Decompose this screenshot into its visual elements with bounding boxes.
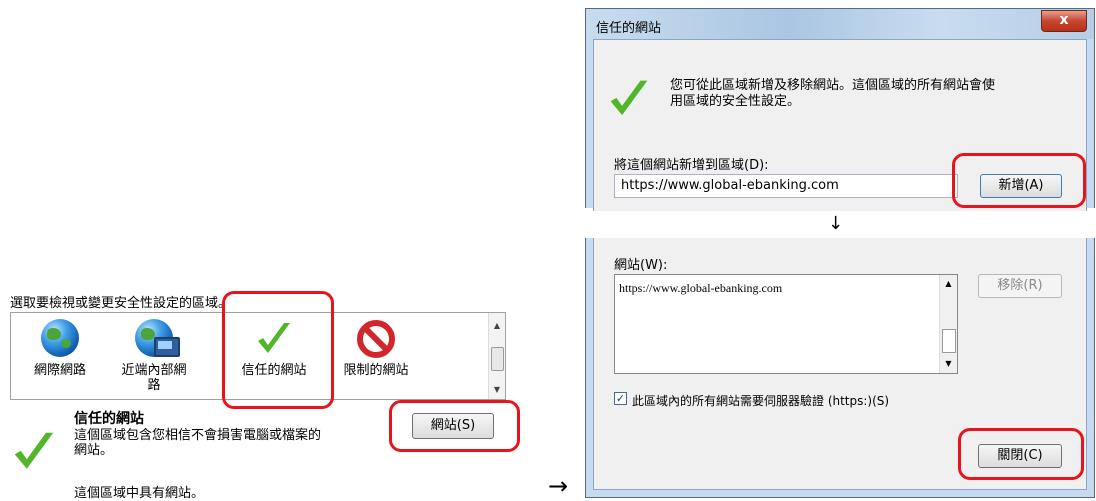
globe-icon [40, 319, 80, 359]
checkmark-icon [10, 428, 58, 476]
dialog-title: 信任的網站 [596, 21, 662, 36]
scroll-up-arrow[interactable]: ▲ [940, 279, 957, 288]
highlight-close-button [958, 428, 1084, 480]
close-icon[interactable]: x [1041, 10, 1087, 32]
selected-zone-title: 信任的網站 [74, 411, 144, 427]
zone-internet[interactable]: 網際網路 [17, 319, 103, 378]
right-arrow: → [548, 472, 569, 500]
intranet-globe-icon [134, 319, 180, 359]
zone-description-2: 網站。 [74, 443, 114, 458]
title-bar [586, 9, 1094, 39]
sites-list[interactable]: https://www.global-ebanking.com ▲ ▼ [614, 274, 958, 374]
scroll-down-arrow[interactable]: ▼ [489, 383, 505, 397]
highlight-trusted-zone [222, 291, 334, 409]
zone-description-1: 這個區域包含您相信不會損害電腦或檔案的 [74, 428, 322, 443]
add-site-input[interactable]: https://www.global-ebanking.com [614, 174, 958, 198]
scroll-down-arrow[interactable]: ▼ [940, 359, 957, 368]
zone-label-internet: 網際網路 [33, 363, 86, 378]
highlight-sites-button [389, 400, 520, 452]
down-arrow: ↓ [828, 213, 844, 234]
dialog-info-1: 您可從此區域新增及移除網站。這個區域的所有網站會使 [670, 78, 996, 93]
zone-selection-prompt: 選取要檢視或變更安全性設定的區域。 [10, 296, 232, 311]
sites-list-scrollbar[interactable]: ▲ ▼ [939, 275, 957, 373]
sites-list-item[interactable]: https://www.global-ebanking.com [619, 281, 782, 296]
require-https-label: 此區域內的所有網站需要伺服器驗證 (https:)(S) [632, 394, 890, 408]
zone-label-intranet-2: 路 [147, 378, 161, 393]
scroll-thumb[interactable] [942, 329, 956, 353]
require-https-checkbox[interactable]: ✓ [614, 392, 627, 405]
restricted-icon [356, 319, 396, 359]
remove-button[interactable]: 移除(R) [978, 274, 1062, 298]
zone-restricted-sites[interactable]: 限制的網站 [333, 319, 419, 378]
zone-status-text: 這個區域中具有網站。 [74, 486, 205, 501]
scroll-thumb[interactable] [491, 347, 504, 371]
zone-local-intranet[interactable]: 近端內部網 路 [111, 319, 197, 393]
dialog-info-2: 用區域的安全性設定。 [670, 94, 801, 109]
zone-label-intranet-1: 近端內部網 [121, 363, 187, 378]
zone-label-restricted: 限制的網站 [343, 363, 409, 378]
sites-list-label: 網站(W): [614, 258, 668, 273]
highlight-add-button [952, 153, 1086, 208]
zone-list-scrollbar[interactable]: ▲ ▼ [488, 313, 505, 399]
scroll-up-arrow[interactable]: ▲ [489, 319, 505, 333]
checkmark-icon [606, 76, 652, 122]
add-site-label: 將這個網站新增到區域(D): [614, 158, 769, 173]
